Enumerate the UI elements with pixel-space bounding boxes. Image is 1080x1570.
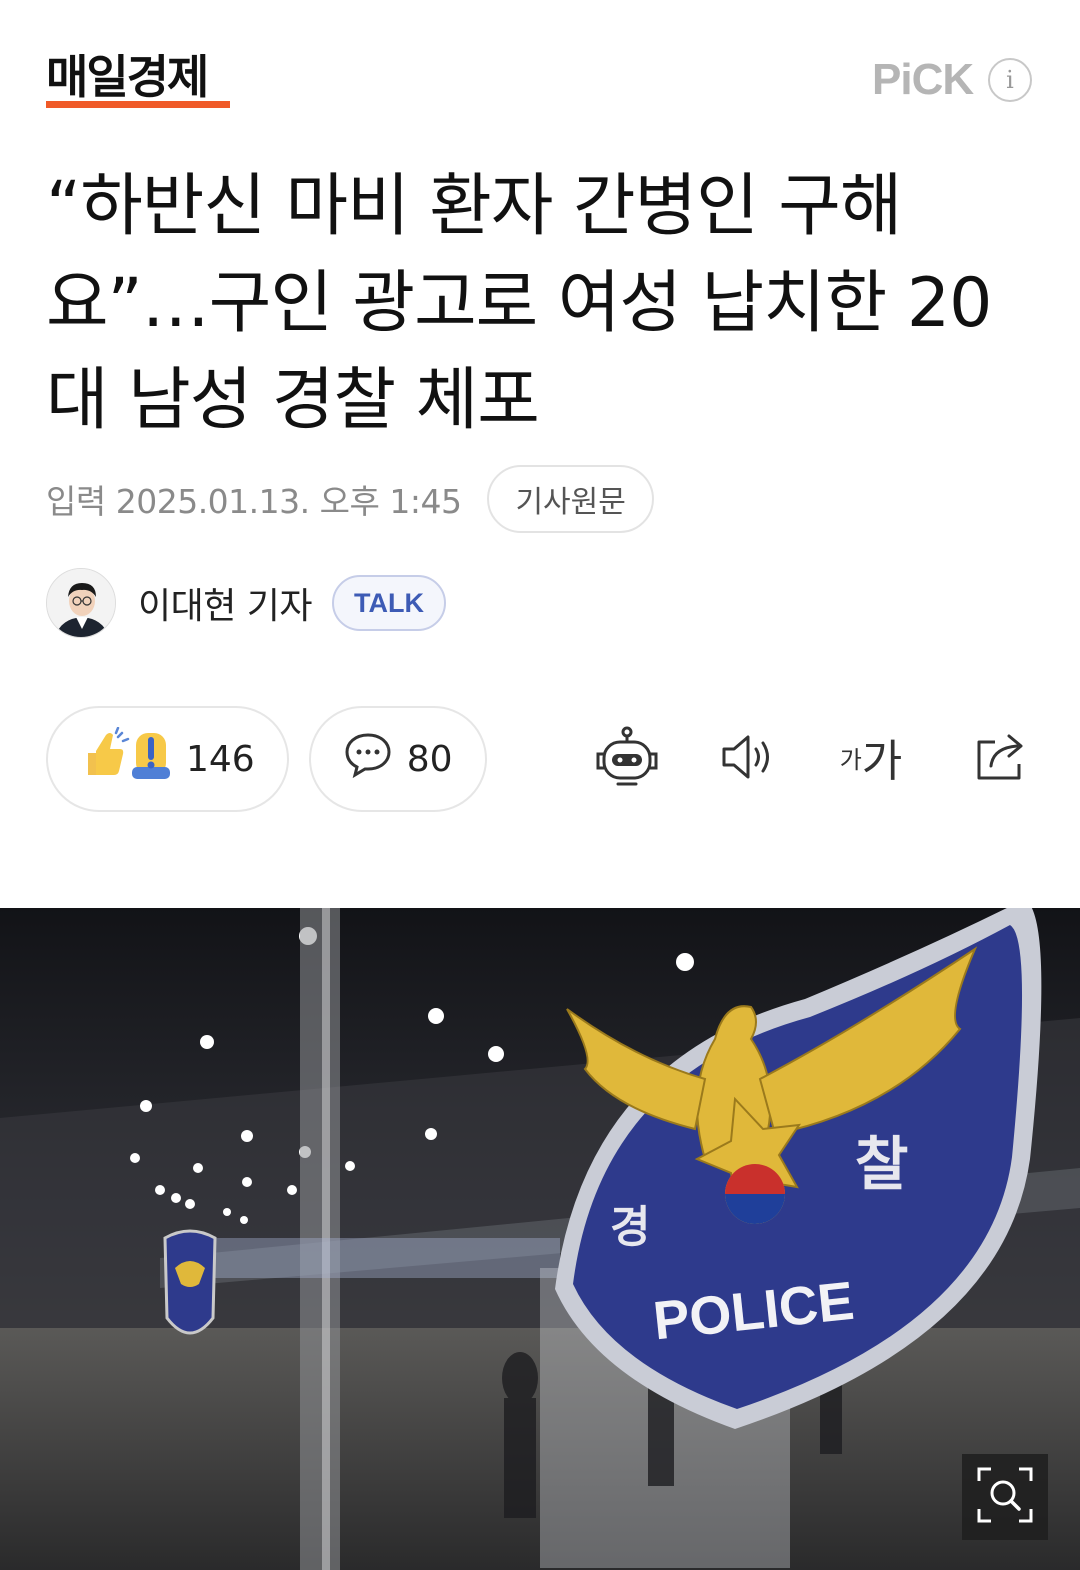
zoom-button[interactable] — [962, 1454, 1048, 1540]
font-small-label: 가 — [839, 745, 862, 774]
ai-summary-robot-icon[interactable] — [592, 722, 662, 792]
pick-label: PiCK — [872, 55, 974, 104]
reaction-button[interactable]: 146 — [46, 706, 289, 812]
talk-button[interactable]: TALK — [332, 575, 447, 631]
press-logo[interactable]: 매일경제 — [46, 52, 209, 102]
publish-date: 입력 2025.01.13. 오후 1:45 — [46, 482, 462, 521]
original-article-button[interactable]: 기사원문 — [487, 465, 654, 533]
font-size-icon[interactable]: 가가 — [836, 722, 906, 792]
badge-right-text: 찰 — [855, 1130, 908, 1198]
comment-count: 80 — [406, 738, 453, 780]
article-title: “하반신 마비 환자 간병인 구해요”…구인 광고로 여성 납치한 20대 남성… — [46, 167, 992, 440]
comment-icon — [343, 731, 393, 788]
share-icon[interactable] — [966, 722, 1036, 792]
speaker-icon[interactable] — [714, 722, 784, 792]
comment-button[interactable]: 80 — [308, 706, 487, 812]
reporter-avatar[interactable] — [46, 568, 116, 638]
reporter-name[interactable]: 이대현 기자 — [138, 577, 313, 629]
reaction-bar: 146 80 — [46, 706, 487, 812]
info-icon[interactable]: i — [988, 58, 1032, 102]
reaction-emoji-icon — [80, 726, 172, 792]
article-meta: 입력 2025.01.13. 오후 1:45 기사원문 — [46, 465, 654, 533]
badge-left-text: 경 — [610, 1202, 650, 1253]
logo-underline — [46, 101, 230, 108]
article-photo[interactable]: 경 찰 POLICE — [0, 908, 1080, 1570]
like-count: 146 — [186, 738, 255, 780]
reporter-info: 이대현 기자 TALK — [46, 568, 447, 638]
article-header: 매일경제 PiCK i — [0, 0, 1080, 130]
font-large-label: 가 — [861, 736, 903, 787]
zoom-icon — [975, 1465, 1035, 1529]
